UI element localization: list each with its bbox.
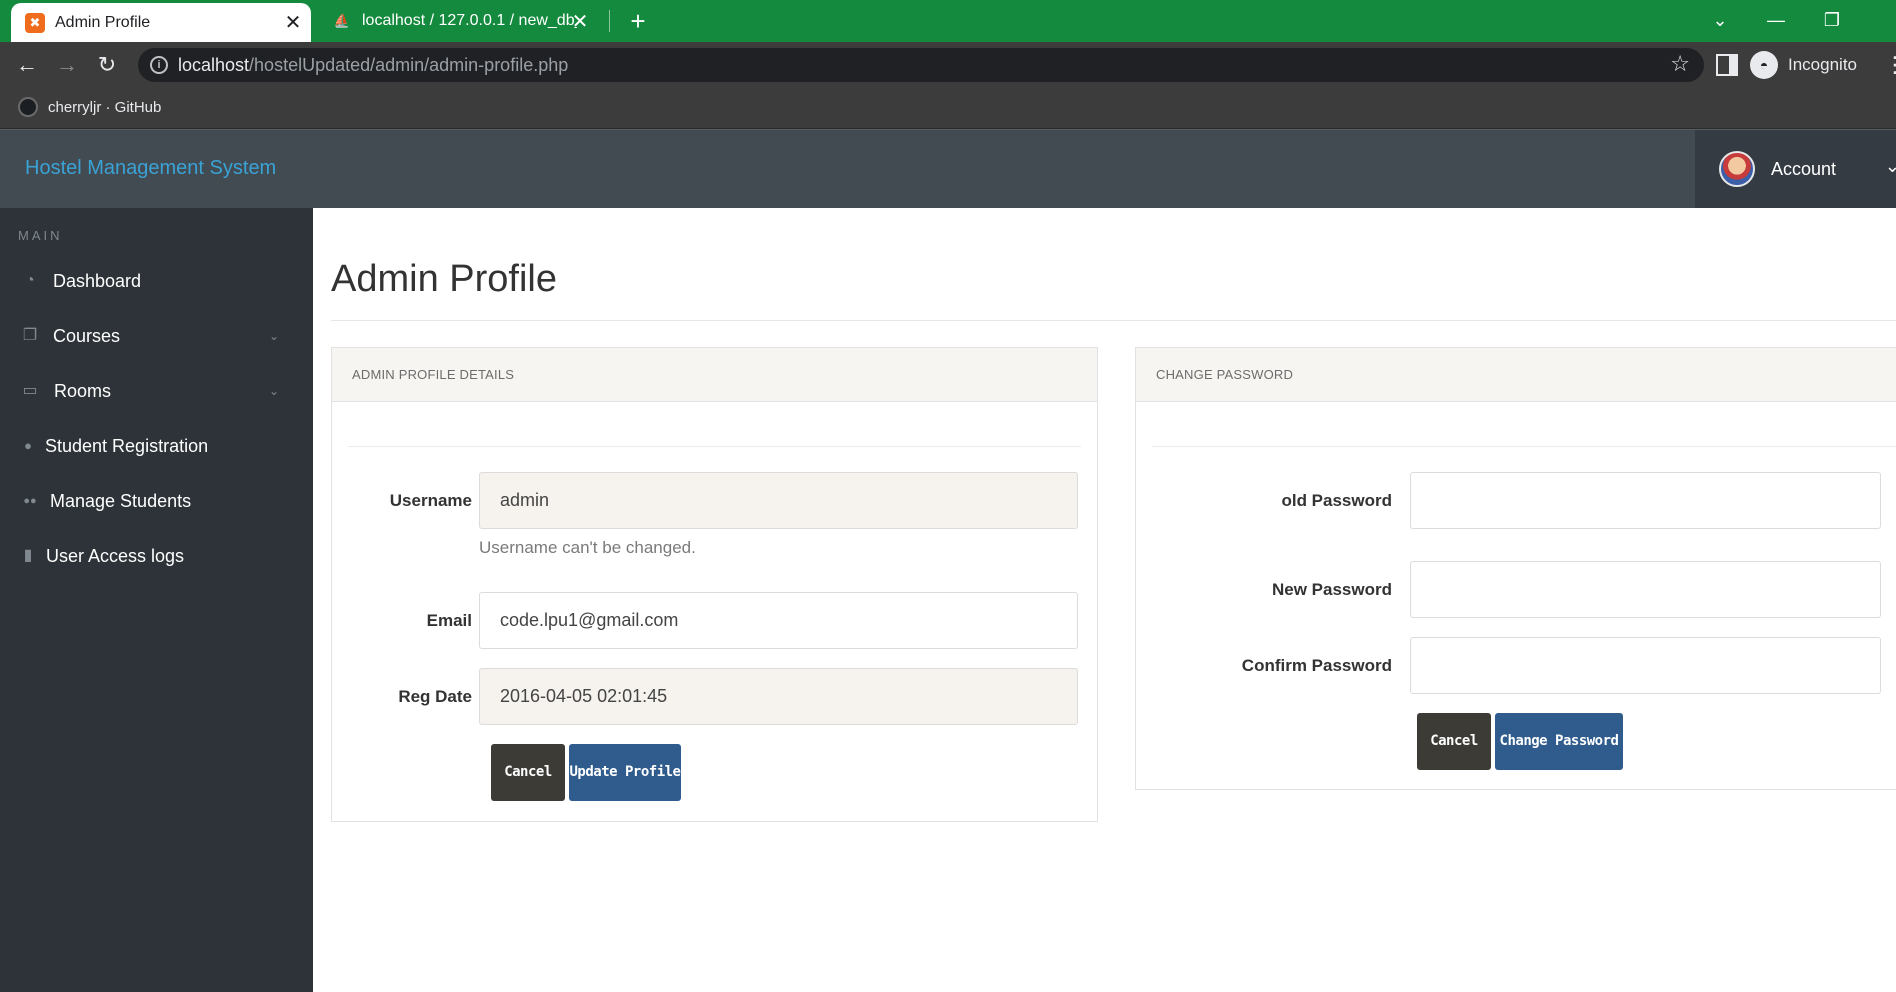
sidebar: MAIN ◔ Dashboard ❐ Courses ⌄ ▭ Rooms ⌄ ●…	[0, 208, 313, 992]
sidebar-item-label: Dashboard	[53, 270, 142, 291]
back-icon[interactable]: ←	[12, 50, 42, 80]
users-icon: ●●	[23, 495, 37, 507]
tab-title: localhost / 127.0.0.1 / new_db_hostel	[362, 12, 577, 29]
old-password-label: old Password	[1281, 491, 1392, 510]
bookmark-star-icon[interactable]: ☆	[1670, 51, 1690, 77]
browser-toolbar: ← → ↻ i localhost/hostelUpdated/admin/ad…	[0, 42, 1896, 88]
app-header: Hostel Management System Account ⌄	[0, 129, 1896, 208]
panel-heading-text: CHANGE PASSWORD	[1156, 367, 1294, 382]
sidebar-heading: MAIN	[18, 228, 63, 243]
tab-phpmyadmin[interactable]: ⛵ localhost / 127.0.0.1 / new_db_hostel …	[318, 0, 604, 42]
desktop-icon: ▭	[22, 382, 38, 399]
new-password-label: New Password	[1272, 580, 1392, 599]
url-text[interactable]: localhost/hostelUpdated/admin/admin-prof…	[178, 55, 568, 76]
bookmark-label: cherryljr · GitHub	[48, 98, 162, 116]
sidebar-item-user-access-logs[interactable]: ▮ User Access logs	[0, 531, 313, 581]
new-tab-button[interactable]: +	[624, 7, 652, 35]
tab-separator	[609, 10, 610, 32]
panel-divider	[348, 446, 1081, 447]
old-password-field[interactable]	[1410, 472, 1881, 529]
new-password-field[interactable]	[1410, 561, 1881, 618]
side-panel-icon[interactable]	[1716, 54, 1738, 76]
incognito-label: Incognito	[1788, 55, 1857, 74]
username-help-text: Username can't be changed.	[479, 538, 696, 557]
confirm-password-label: Confirm Password	[1241, 656, 1392, 675]
sidebar-item-dashboard[interactable]: ◔ Dashboard	[0, 256, 313, 306]
file-icon: ▮	[23, 547, 33, 564]
panel-heading-text: ADMIN PROFILE DETAILS	[352, 367, 515, 382]
phpmyadmin-icon: ⛵	[333, 13, 351, 28]
chevron-down-icon: ⌄	[1884, 156, 1896, 176]
site-info-icon[interactable]: i	[150, 56, 168, 74]
url-path: /hostelUpdated/admin/admin-profile.php	[249, 55, 569, 75]
account-label: Account	[1771, 158, 1837, 179]
xampp-icon: ✖	[25, 12, 45, 33]
sidebar-item-label: Manage Students	[50, 490, 192, 511]
tab-search-icon[interactable]: ⌄	[1700, 6, 1740, 34]
panel-heading: ADMIN PROFILE DETAILS	[332, 348, 1097, 402]
reg-date-label: Reg Date	[398, 687, 472, 706]
account-menu[interactable]: Account ⌄	[1695, 130, 1896, 208]
avatar	[1719, 151, 1755, 187]
panel-heading: CHANGE PASSWORD	[1136, 348, 1896, 402]
cancel-button[interactable]: Cancel	[491, 744, 565, 801]
panel-divider	[1152, 446, 1896, 447]
sidebar-item-label: User Access logs	[46, 545, 185, 566]
username-label: Username	[389, 491, 472, 510]
minimize-button[interactable]: —	[1756, 6, 1796, 34]
address-bar[interactable]: i localhost/hostelUpdated/admin/admin-pr…	[138, 48, 1704, 82]
user-icon: ●	[24, 438, 32, 453]
update-profile-button[interactable]: Update Profile	[569, 744, 681, 801]
chevron-down-icon: ⌄	[268, 384, 279, 398]
reload-icon[interactable]: ↻	[92, 50, 122, 80]
incognito-icon: ◓	[1750, 51, 1778, 79]
tab-admin-profile[interactable]: ✖ Admin Profile ✕	[11, 3, 311, 42]
title-divider	[331, 320, 1896, 321]
forward-icon[interactable]: →	[52, 50, 82, 80]
more-menu-icon[interactable]: ⋮	[1884, 52, 1896, 78]
sidebar-item-student-registration[interactable]: ● Student Registration	[0, 421, 313, 471]
change-password-button[interactable]: Change Password	[1495, 713, 1623, 770]
reg-date-field[interactable]: 2016-04-05 02:01:45	[479, 668, 1078, 725]
restore-button[interactable]: ❐	[1812, 6, 1852, 34]
email-field[interactable]: code.lpu1@gmail.com	[479, 592, 1078, 649]
confirm-password-field[interactable]	[1410, 637, 1881, 694]
brand-title[interactable]: Hostel Management System	[25, 157, 276, 180]
tab-title: Admin Profile	[55, 13, 151, 31]
sidebar-item-label: Courses	[53, 325, 121, 346]
username-field[interactable]: admin	[479, 472, 1078, 529]
sidebar-item-rooms[interactable]: ▭ Rooms ⌄	[0, 366, 313, 416]
url-host: localhost	[178, 55, 250, 75]
sidebar-item-label: Student Registration	[45, 435, 209, 456]
close-tab-icon[interactable]: ✕	[570, 9, 590, 34]
cancel-button[interactable]: Cancel	[1417, 713, 1491, 770]
copy-icon: ❐	[22, 327, 38, 344]
bookmark-github[interactable]: cherryljr · GitHub	[18, 97, 161, 117]
page-title: Admin Profile	[331, 258, 557, 300]
sidebar-item-label: Rooms	[54, 380, 112, 401]
github-icon	[18, 97, 38, 117]
sidebar-item-courses[interactable]: ❐ Courses ⌄	[0, 311, 313, 361]
sidebar-item-manage-students[interactable]: ●● Manage Students	[0, 476, 313, 526]
browser-tab-strip: ✖ Admin Profile ✕ ⛵ localhost / 127.0.0.…	[0, 0, 1896, 42]
bookmarks-bar: cherryljr · GitHub	[0, 88, 1896, 129]
incognito-indicator[interactable]: ◓ Incognito	[1750, 48, 1857, 82]
email-label: Email	[426, 611, 472, 630]
change-password-panel: CHANGE PASSWORD old Password New Passwor…	[1135, 347, 1896, 790]
close-tab-icon[interactable]: ✕	[283, 10, 303, 35]
admin-profile-panel: ADMIN PROFILE DETAILS Username admin Use…	[331, 347, 1098, 822]
chevron-down-icon: ⌄	[268, 329, 279, 343]
dashboard-icon: ◔	[25, 272, 35, 289]
